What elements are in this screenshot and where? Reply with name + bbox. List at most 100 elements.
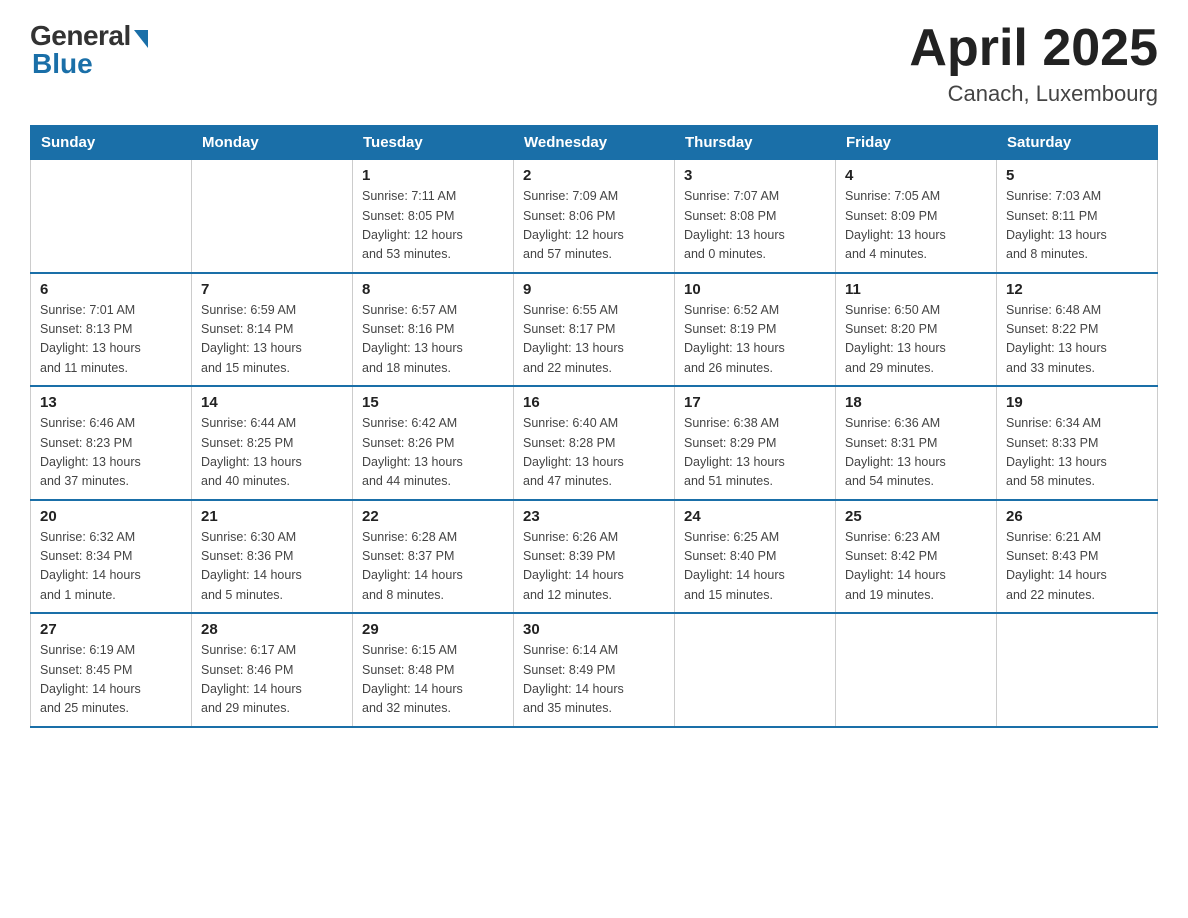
table-row: 17 Sunrise: 6:38 AM Sunset: 8:29 PM Dayli… <box>675 386 836 500</box>
table-row: 28 Sunrise: 6:17 AM Sunset: 8:46 PM Dayli… <box>192 613 353 727</box>
day-number: 22 <box>362 508 504 525</box>
day-info: Sunrise: 6:19 AM Sunset: 8:45 PM Dayligh… <box>40 641 182 719</box>
calendar-week-row: 6 Sunrise: 7:01 AM Sunset: 8:13 PM Daylig… <box>31 273 1158 387</box>
logo-blue-text: Blue <box>32 48 93 80</box>
calendar-title: April 2025 <box>909 20 1158 77</box>
day-number: 23 <box>523 508 665 525</box>
day-info: Sunrise: 6:46 AM Sunset: 8:23 PM Dayligh… <box>40 414 182 492</box>
table-row <box>192 160 353 273</box>
day-info: Sunrise: 6:44 AM Sunset: 8:25 PM Dayligh… <box>201 414 343 492</box>
table-row: 8 Sunrise: 6:57 AM Sunset: 8:16 PM Daylig… <box>353 273 514 387</box>
day-number: 24 <box>684 508 826 525</box>
table-row: 10 Sunrise: 6:52 AM Sunset: 8:19 PM Dayli… <box>675 273 836 387</box>
day-number: 9 <box>523 281 665 298</box>
col-friday: Friday <box>836 126 997 160</box>
day-number: 30 <box>523 621 665 638</box>
table-row: 12 Sunrise: 6:48 AM Sunset: 8:22 PM Dayli… <box>997 273 1158 387</box>
day-number: 11 <box>845 281 987 298</box>
table-row: 6 Sunrise: 7:01 AM Sunset: 8:13 PM Daylig… <box>31 273 192 387</box>
day-number: 21 <box>201 508 343 525</box>
col-saturday: Saturday <box>997 126 1158 160</box>
table-row: 5 Sunrise: 7:03 AM Sunset: 8:11 PM Daylig… <box>997 160 1158 273</box>
day-info: Sunrise: 7:05 AM Sunset: 8:09 PM Dayligh… <box>845 187 987 265</box>
table-row: 4 Sunrise: 7:05 AM Sunset: 8:09 PM Daylig… <box>836 160 997 273</box>
day-number: 20 <box>40 508 182 525</box>
logo-arrow-icon <box>134 30 148 48</box>
day-number: 14 <box>201 394 343 411</box>
day-info: Sunrise: 7:01 AM Sunset: 8:13 PM Dayligh… <box>40 301 182 379</box>
day-number: 25 <box>845 508 987 525</box>
day-info: Sunrise: 6:28 AM Sunset: 8:37 PM Dayligh… <box>362 528 504 606</box>
table-row: 7 Sunrise: 6:59 AM Sunset: 8:14 PM Daylig… <box>192 273 353 387</box>
table-row <box>31 160 192 273</box>
day-info: Sunrise: 6:36 AM Sunset: 8:31 PM Dayligh… <box>845 414 987 492</box>
day-info: Sunrise: 6:21 AM Sunset: 8:43 PM Dayligh… <box>1006 528 1148 606</box>
day-info: Sunrise: 6:52 AM Sunset: 8:19 PM Dayligh… <box>684 301 826 379</box>
day-number: 8 <box>362 281 504 298</box>
day-info: Sunrise: 6:55 AM Sunset: 8:17 PM Dayligh… <box>523 301 665 379</box>
day-info: Sunrise: 6:15 AM Sunset: 8:48 PM Dayligh… <box>362 641 504 719</box>
day-number: 3 <box>684 167 826 184</box>
calendar-week-row: 27Sunrise: 6:19 AM Sunset: 8:45 PM Dayli… <box>31 613 1158 727</box>
col-monday: Monday <box>192 126 353 160</box>
table-row: 1Sunrise: 7:11 AM Sunset: 8:05 PM Daylig… <box>353 160 514 273</box>
calendar-location: Canach, Luxembourg <box>909 81 1158 107</box>
day-number: 28 <box>201 621 343 638</box>
table-row: 24 Sunrise: 6:25 AM Sunset: 8:40 PM Dayli… <box>675 500 836 614</box>
day-info: Sunrise: 6:38 AM Sunset: 8:29 PM Dayligh… <box>684 414 826 492</box>
day-number: 26 <box>1006 508 1148 525</box>
day-number: 13 <box>40 394 182 411</box>
day-info: Sunrise: 7:09 AM Sunset: 8:06 PM Dayligh… <box>523 187 665 265</box>
table-row: 11 Sunrise: 6:50 AM Sunset: 8:20 PM Dayli… <box>836 273 997 387</box>
calendar-week-row: 13 Sunrise: 6:46 AM Sunset: 8:23 PM Dayli… <box>31 386 1158 500</box>
page-header: General Blue April 2025 Canach, Luxembou… <box>30 20 1158 107</box>
table-row: 27Sunrise: 6:19 AM Sunset: 8:45 PM Dayli… <box>31 613 192 727</box>
table-row: 26 Sunrise: 6:21 AM Sunset: 8:43 PM Dayli… <box>997 500 1158 614</box>
day-info: Sunrise: 6:32 AM Sunset: 8:34 PM Dayligh… <box>40 528 182 606</box>
day-info: Sunrise: 6:59 AM Sunset: 8:14 PM Dayligh… <box>201 301 343 379</box>
day-info: Sunrise: 6:25 AM Sunset: 8:40 PM Dayligh… <box>684 528 826 606</box>
table-row: 23 Sunrise: 6:26 AM Sunset: 8:39 PM Dayli… <box>514 500 675 614</box>
day-info: Sunrise: 6:14 AM Sunset: 8:49 PM Dayligh… <box>523 641 665 719</box>
col-tuesday: Tuesday <box>353 126 514 160</box>
day-number: 19 <box>1006 394 1148 411</box>
table-row: 22 Sunrise: 6:28 AM Sunset: 8:37 PM Dayli… <box>353 500 514 614</box>
col-wednesday: Wednesday <box>514 126 675 160</box>
table-row <box>675 613 836 727</box>
day-number: 17 <box>684 394 826 411</box>
col-thursday: Thursday <box>675 126 836 160</box>
table-row: 20 Sunrise: 6:32 AM Sunset: 8:34 PM Dayli… <box>31 500 192 614</box>
table-row: 29Sunrise: 6:15 AM Sunset: 8:48 PM Dayli… <box>353 613 514 727</box>
day-info: Sunrise: 7:11 AM Sunset: 8:05 PM Dayligh… <box>362 187 504 265</box>
day-number: 12 <box>1006 281 1148 298</box>
day-info: Sunrise: 7:03 AM Sunset: 8:11 PM Dayligh… <box>1006 187 1148 265</box>
table-row: 14 Sunrise: 6:44 AM Sunset: 8:25 PM Dayli… <box>192 386 353 500</box>
calendar-week-row: 1Sunrise: 7:11 AM Sunset: 8:05 PM Daylig… <box>31 160 1158 273</box>
day-number: 10 <box>684 281 826 298</box>
day-info: Sunrise: 6:48 AM Sunset: 8:22 PM Dayligh… <box>1006 301 1148 379</box>
table-row: 9 Sunrise: 6:55 AM Sunset: 8:17 PM Daylig… <box>514 273 675 387</box>
calendar-week-row: 20 Sunrise: 6:32 AM Sunset: 8:34 PM Dayli… <box>31 500 1158 614</box>
day-number: 7 <box>201 281 343 298</box>
table-row: 19 Sunrise: 6:34 AM Sunset: 8:33 PM Dayli… <box>997 386 1158 500</box>
table-row: 21Sunrise: 6:30 AM Sunset: 8:36 PM Dayli… <box>192 500 353 614</box>
day-number: 5 <box>1006 167 1148 184</box>
col-sunday: Sunday <box>31 126 192 160</box>
day-info: Sunrise: 6:50 AM Sunset: 8:20 PM Dayligh… <box>845 301 987 379</box>
day-number: 4 <box>845 167 987 184</box>
day-info: Sunrise: 6:34 AM Sunset: 8:33 PM Dayligh… <box>1006 414 1148 492</box>
day-number: 6 <box>40 281 182 298</box>
day-number: 18 <box>845 394 987 411</box>
table-row: 30 Sunrise: 6:14 AM Sunset: 8:49 PM Dayli… <box>514 613 675 727</box>
day-info: Sunrise: 6:57 AM Sunset: 8:16 PM Dayligh… <box>362 301 504 379</box>
table-row <box>836 613 997 727</box>
day-info: Sunrise: 6:17 AM Sunset: 8:46 PM Dayligh… <box>201 641 343 719</box>
day-number: 2 <box>523 167 665 184</box>
logo: General Blue <box>30 20 148 80</box>
table-row <box>997 613 1158 727</box>
day-info: Sunrise: 6:26 AM Sunset: 8:39 PM Dayligh… <box>523 528 665 606</box>
table-row: 3Sunrise: 7:07 AM Sunset: 8:08 PM Daylig… <box>675 160 836 273</box>
day-info: Sunrise: 6:23 AM Sunset: 8:42 PM Dayligh… <box>845 528 987 606</box>
day-number: 16 <box>523 394 665 411</box>
day-info: Sunrise: 6:42 AM Sunset: 8:26 PM Dayligh… <box>362 414 504 492</box>
